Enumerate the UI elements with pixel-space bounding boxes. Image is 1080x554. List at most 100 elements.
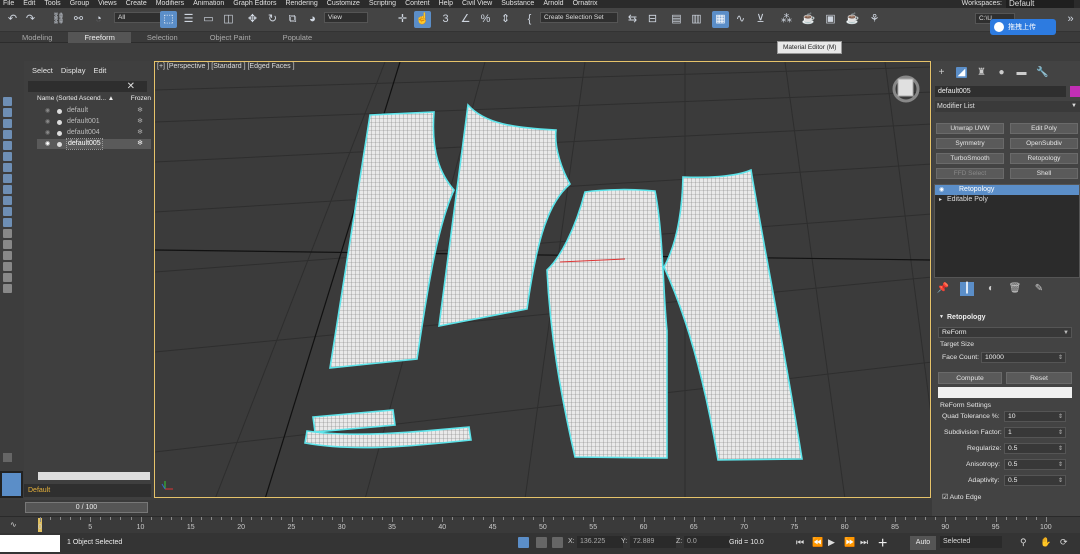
rotate-icon[interactable]: ↻ [264,11,281,28]
menu-item-content[interactable]: Content [405,0,430,8]
reference-coord-dropdown[interactable]: View [324,12,368,23]
next-frame-icon[interactable]: ⏩ [844,537,855,548]
layer-explorer-icon[interactable]: ▥ [688,11,705,28]
explorer-menu-select[interactable]: Select [32,66,53,75]
menu-item-edit[interactable]: Edit [23,0,35,8]
display-tab-icon[interactable]: ▬ [1016,67,1027,78]
select-object-icon[interactable]: ⬚ [160,11,177,28]
explorer-mode-icon[interactable] [0,471,23,498]
pivot-center-icon[interactable]: ✛ [394,11,411,28]
utilities-tab-icon[interactable]: 🔧 [1036,67,1048,78]
filter-xrefs-icon[interactable] [3,174,12,183]
menu-item-substance[interactable]: Substance [501,0,534,8]
layer-icon[interactable] [3,284,12,293]
absolute-mode-icon[interactable] [552,537,563,548]
create-tab-icon[interactable]: + [936,67,947,78]
unlink-icon[interactable]: ⚯ [70,11,87,28]
window-crossing-icon[interactable]: ◫ [220,11,237,28]
render-production-icon[interactable]: ☕ [844,11,861,28]
sync-selection-icon[interactable] [3,262,12,271]
spinner-arrows-icon[interactable]: ⇕ [1058,428,1063,438]
filter-helpers-icon[interactable] [3,141,12,150]
menu-item-civil-view[interactable]: Civil View [462,0,492,8]
time-slider-thumb[interactable]: 0 / 100 [25,502,148,513]
compute-button[interactable]: Compute [938,372,1002,384]
hierarchy-tab-icon[interactable]: ♜ [976,67,987,78]
filter-bones-icon[interactable] [3,185,12,194]
add-time-tag-icon[interactable]: + [878,535,887,553]
edit-named-selection-icon[interactable]: { [521,11,538,28]
collapse-explorer-icon[interactable] [3,453,12,462]
motion-tab-icon[interactable]: ● [996,67,1007,78]
method-dropdown[interactable]: ReForm ▼ [938,327,1072,338]
display-none-icon[interactable] [3,240,12,249]
viewcube-icon[interactable] [892,75,920,103]
scale-icon[interactable]: ⧉ [284,11,301,28]
menu-item-help[interactable]: Help [439,0,453,8]
close-icon[interactable]: ✕ [127,81,135,92]
go-to-start-icon[interactable]: ⏮ [796,537,804,548]
menu-item-animation[interactable]: Animation [193,0,224,8]
remove-modifier-icon[interactable]: 🗑 [1008,282,1022,296]
column-frozen-header[interactable]: Frozen [131,95,151,105]
explorer-row[interactable]: ◉ default ❄ [37,106,151,116]
menu-item-scripting[interactable]: Scripting [369,0,396,8]
explorer-menu-display[interactable]: Display [61,66,86,75]
viewport-label[interactable]: [+] [Perspective ] [Standard ] [Edged Fa… [157,63,295,70]
filter-shapes-icon[interactable] [3,108,12,117]
selection-set-dropdown[interactable]: Create Selection Set [540,12,618,23]
snaps-toggle-icon[interactable]: 3 [437,11,454,28]
column-name-header[interactable]: Name (Sorted Ascend... ▲ [37,95,114,105]
filter-lights-icon[interactable] [3,119,12,128]
cloud-upload-button[interactable]: 拖拽上传 [990,19,1056,35]
filter-hidden-icon[interactable] [3,218,12,227]
filter-geometry-icon[interactable] [3,97,12,106]
eye-icon[interactable]: ◉ [45,139,50,149]
expand-arrow-icon[interactable]: ▸ [939,195,942,205]
material-editor-icon[interactable]: ⁂ [778,11,795,28]
link-icon[interactable]: ⛓ [50,11,67,28]
spinner-arrows-icon[interactable]: ⇕ [1058,476,1063,486]
scene-explorer-icon[interactable]: ▤ [668,11,685,28]
move-icon[interactable]: ✥ [244,11,261,28]
spinner-snap-icon[interactable]: ⇕ [497,11,514,28]
unwrap-uvw-button[interactable]: Unwrap UVW [936,123,1004,134]
select-by-name-icon[interactable]: ☰ [180,11,197,28]
anisotropy-spinner[interactable]: 0.5 ⇕ [1004,459,1066,470]
track-bar[interactable]: ∿ 0 5 10 15 20 25 30 35 40 45 50 55 60 65 70 75 80 85 90 95… [0,516,1080,533]
eye-icon[interactable]: ◉ [45,106,50,116]
render-setup-icon[interactable]: ☕ [800,11,817,28]
reset-button[interactable]: Reset [1006,372,1072,384]
y-coord-field[interactable]: 72.889 [630,536,676,548]
angle-snap-icon[interactable]: ∠ [457,11,474,28]
tab-modeling[interactable]: Modeling [6,32,68,43]
filter-frozen-icon[interactable] [3,207,12,216]
spinner-arrows-icon[interactable]: ⇕ [1058,412,1063,422]
menu-item-group[interactable]: Group [70,0,89,8]
snowflake-icon[interactable]: ❄ [137,117,143,127]
menu-item-customize[interactable]: Customize [327,0,360,8]
edit-poly-button[interactable]: Edit Poly [1010,123,1078,134]
regularize-spinner[interactable]: 0.5 ⇕ [1004,443,1066,454]
pan-icon[interactable]: ✋ [1040,537,1051,548]
curve-editor-icon[interactable]: ∿ [732,11,749,28]
filter-groups-icon[interactable] [3,163,12,172]
percent-snap-icon[interactable]: % [477,11,494,28]
filter-cameras-icon[interactable] [3,130,12,139]
menu-item-graph-editors[interactable]: Graph Editors [233,0,276,8]
face-count-spinner[interactable]: 10000 ⇕ [981,352,1066,363]
snowflake-icon[interactable]: ❄ [137,128,143,138]
rendered-frame-window-icon[interactable]: ▣ [822,11,839,28]
eye-icon[interactable]: ◉ [45,117,50,127]
filter-spacewarps-icon[interactable] [3,152,12,161]
menu-item-file[interactable]: File [3,0,14,8]
tab-object-paint[interactable]: Object Paint [194,32,267,43]
place-icon[interactable]: ◕ [304,11,321,28]
pin-stack-icon[interactable]: 📌 [936,282,950,296]
spinner-arrows-icon[interactable]: ⇕ [1058,353,1063,363]
workspaces-dropdown[interactable]: Default [1006,0,1074,8]
tab-freeform[interactable]: Freeform [68,31,131,43]
show-end-result-icon[interactable]: ┃ [960,282,974,296]
menu-item-create[interactable]: Create [126,0,147,8]
select-manipulate-icon[interactable]: ☝ [414,11,431,28]
